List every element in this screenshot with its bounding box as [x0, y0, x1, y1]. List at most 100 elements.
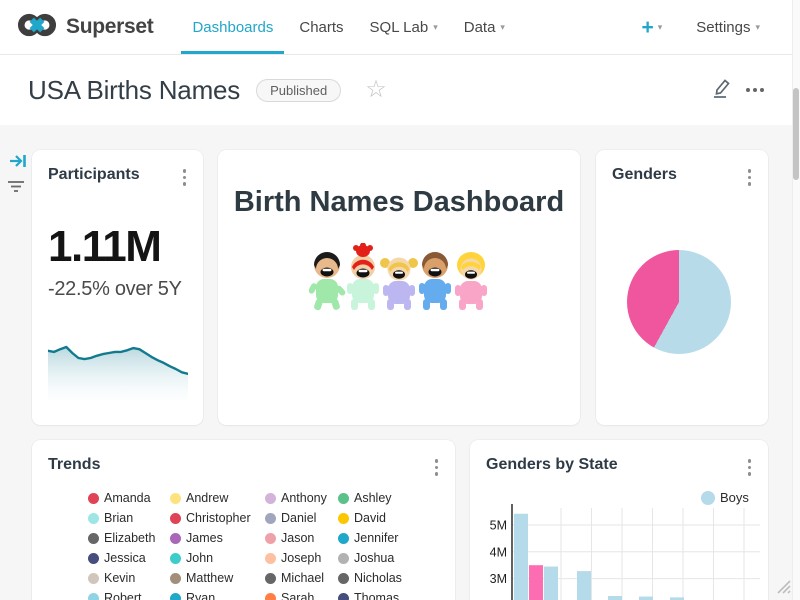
- kebab-menu-icon[interactable]: [180, 166, 190, 189]
- nav-data[interactable]: Data ▾: [451, 0, 518, 54]
- legend-name: Nicholas: [354, 571, 402, 585]
- kebab-menu-icon[interactable]: [745, 166, 755, 189]
- legend-name: Anthony: [281, 491, 327, 505]
- legend-name: James: [186, 531, 223, 545]
- legend-item[interactable]: Ryan: [170, 588, 265, 600]
- bar-boys[interactable]: [577, 571, 591, 600]
- legend-item[interactable]: Anthony: [265, 488, 338, 508]
- bar-girls[interactable]: [529, 565, 543, 600]
- legend-item[interactable]: Elizabeth: [88, 528, 170, 548]
- legend-name: Matthew: [186, 571, 233, 585]
- chevron-down-icon: ▾: [500, 23, 505, 32]
- legend-dot: [265, 573, 276, 584]
- legend-name: Jessica: [104, 551, 146, 565]
- legend-name: Ryan: [186, 591, 215, 600]
- legend-name: Jason: [281, 531, 314, 545]
- nav-dashboards[interactable]: Dashboards: [179, 0, 286, 54]
- genders-by-state-bar-chart[interactable]: 5M 4M 3M: [470, 440, 768, 600]
- vertical-scrollbar-thumb[interactable]: [793, 88, 799, 180]
- legend-dot: [170, 533, 181, 544]
- dashboard-header: USA Births Names Published ☆: [0, 55, 800, 125]
- legend-item[interactable]: Nicholas: [338, 568, 435, 588]
- bar-boys[interactable]: [639, 597, 653, 600]
- legend-item[interactable]: Joseph: [265, 548, 338, 568]
- superset-brand[interactable]: Superset: [16, 0, 153, 54]
- legend-item[interactable]: Andrew: [170, 488, 265, 508]
- legend-item[interactable]: David: [338, 508, 435, 528]
- legend-dot: [338, 493, 349, 504]
- vertical-scrollbar-track[interactable]: [792, 0, 800, 600]
- edit-pencil-icon[interactable]: [712, 77, 732, 104]
- trendline-chart: [48, 342, 188, 400]
- nav-right: + ▾ Settings ▾: [641, 0, 760, 54]
- svg-text:5M: 5M: [490, 519, 507, 533]
- legend-item[interactable]: Brian: [88, 508, 170, 528]
- participants-card: Participants 1.11M -22.5% over 5Y: [32, 150, 203, 425]
- legend-name: Daniel: [281, 511, 316, 525]
- legend-item[interactable]: Christopher: [170, 508, 265, 528]
- legend-item[interactable]: Kevin: [88, 568, 170, 588]
- legend-item[interactable]: Michael: [265, 568, 338, 588]
- legend-dot: [265, 533, 276, 544]
- legend-name: Michael: [281, 571, 324, 585]
- more-actions-icon[interactable]: [746, 88, 764, 92]
- legend-item[interactable]: Joshua: [338, 548, 435, 568]
- legend-dot: [88, 573, 99, 584]
- legend-item[interactable]: Jessica: [88, 548, 170, 568]
- legend-dot: [265, 553, 276, 564]
- legend-item[interactable]: Jennifer: [338, 528, 435, 548]
- legend-name: Thomas: [354, 591, 399, 600]
- settings-menu[interactable]: Settings ▾: [696, 19, 760, 36]
- favorite-star-icon[interactable]: ☆: [365, 78, 387, 102]
- chevron-down-icon: ▾: [658, 23, 663, 32]
- legend-name: Robert: [104, 591, 142, 600]
- resize-handle-icon[interactable]: [773, 576, 791, 599]
- legend-item[interactable]: Thomas: [338, 588, 435, 600]
- bar-boys[interactable]: [514, 514, 528, 600]
- legend-dot: [338, 533, 349, 544]
- big-number-value: 1.11M: [48, 225, 203, 269]
- legend-item[interactable]: Ashley: [338, 488, 435, 508]
- legend-dot: [265, 493, 276, 504]
- legend-dot: [170, 513, 181, 524]
- legend-item[interactable]: John: [170, 548, 265, 568]
- bar-boys[interactable]: [544, 567, 558, 600]
- trends-card: Trends AmandaAndrewAnthonyAshleyBrianChr…: [32, 440, 455, 600]
- legend-name: Elizabeth: [104, 531, 155, 545]
- genders-pie-chart[interactable]: [627, 250, 731, 354]
- nav-charts[interactable]: Charts: [286, 0, 356, 54]
- legend-name: Kevin: [104, 571, 135, 585]
- main-nav: Dashboards Charts SQL Lab ▾ Data ▾: [179, 0, 517, 54]
- expand-filter-bar-icon[interactable]: [9, 152, 27, 175]
- legend-item[interactable]: Jason: [265, 528, 338, 548]
- superset-logo-icon: [16, 10, 58, 45]
- legend-dot: [170, 573, 181, 584]
- bar-boys[interactable]: [608, 596, 622, 600]
- legend-dot: [265, 593, 276, 600]
- legend-dot: [265, 513, 276, 524]
- legend-item[interactable]: Robert: [88, 588, 170, 600]
- filter-icon[interactable]: [7, 180, 25, 199]
- legend-dot: [170, 493, 181, 504]
- markdown-card: Birth Names Dashboard: [218, 150, 580, 425]
- legend-item[interactable]: Matthew: [170, 568, 265, 588]
- legend-dot: [338, 593, 349, 600]
- nav-sql-lab[interactable]: SQL Lab ▾: [357, 0, 451, 54]
- chevron-down-icon: ▾: [433, 23, 438, 32]
- legend-name: Brian: [104, 511, 133, 525]
- legend-name: Sarah: [281, 591, 314, 600]
- legend-item[interactable]: Sarah: [265, 588, 338, 600]
- svg-text:4M: 4M: [490, 545, 507, 559]
- legend-dot: [338, 573, 349, 584]
- svg-text:3M: 3M: [490, 572, 507, 586]
- legend-item[interactable]: Daniel: [265, 508, 338, 528]
- status-badge[interactable]: Published: [256, 79, 341, 102]
- legend-dot: [170, 553, 181, 564]
- new-item-button[interactable]: + ▾: [641, 17, 662, 38]
- kebab-menu-icon[interactable]: [432, 456, 442, 479]
- trends-legend: AmandaAndrew Anthony Ashley Brian Christophe…: [88, 488, 435, 600]
- legend-item[interactable]: Amanda: [88, 488, 170, 508]
- legend-name: David: [354, 511, 386, 525]
- legend-item[interactable]: James: [170, 528, 265, 548]
- plus-icon: +: [641, 17, 653, 38]
